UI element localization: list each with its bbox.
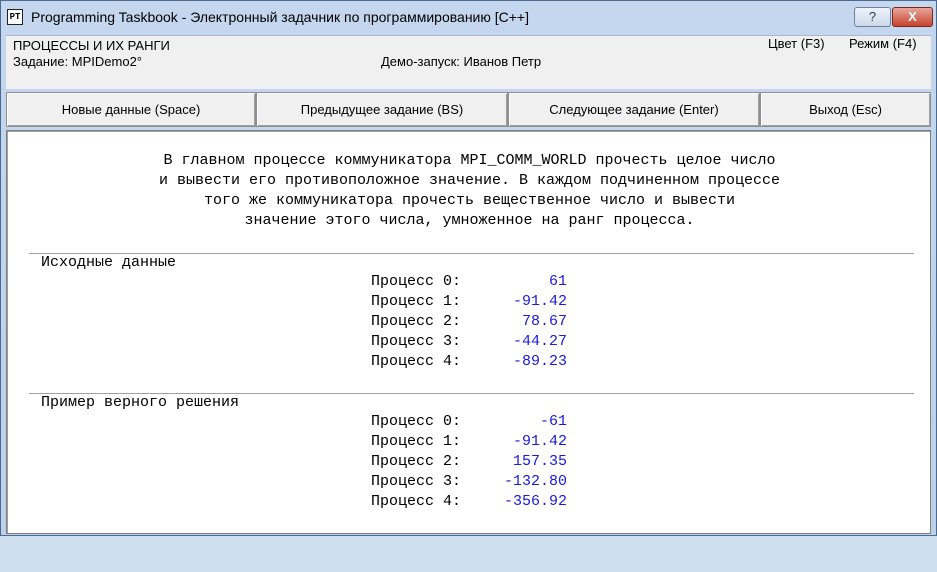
description-line: того же коммуникатора прочесть веществен… xyxy=(203,192,736,209)
toolbar: Новые данные (Space) Предыдущее задание … xyxy=(6,92,931,127)
task-label: Задание: MPIDemo2° xyxy=(13,54,143,69)
process-label: Процесс 0: xyxy=(371,273,462,290)
color-option[interactable]: Цвет (F3) xyxy=(768,36,825,51)
process-label: Процесс 0: xyxy=(371,413,462,430)
example-row: Процесс 4: -356.92 xyxy=(371,492,567,512)
process-label: Процесс 4: xyxy=(371,493,462,510)
description-line: В главном процессе коммуникатора MPI_COM… xyxy=(163,152,776,169)
input-row: Процесс 1: -91.42 xyxy=(371,292,567,312)
process-label: Процесс 1: xyxy=(371,433,462,450)
prev-task-button[interactable]: Предыдущее задание (BS) xyxy=(256,92,508,127)
new-data-button[interactable]: Новые данные (Space) xyxy=(6,92,256,127)
process-value: 157.35 xyxy=(512,453,567,470)
process-value: -44.27 xyxy=(512,333,567,350)
topic-label: ПРОЦЕССЫ И ИХ РАНГИ xyxy=(13,38,170,53)
title-bar[interactable]: PT Programming Taskbook - Электронный за… xyxy=(1,1,936,35)
process-value: -132.80 xyxy=(503,473,567,490)
description-line: значение этого числа, умноженное на ранг… xyxy=(244,212,695,229)
process-value: -356.92 xyxy=(503,493,567,510)
exit-button[interactable]: Выход (Esc) xyxy=(760,92,931,127)
example-row: Процесс 0: -61 xyxy=(371,412,567,432)
demo-label: Демо-запуск: Иванов Петр xyxy=(381,54,542,69)
process-value: 61 xyxy=(548,273,567,290)
mode-option[interactable]: Режим (F4) xyxy=(849,36,917,51)
input-row: Процесс 3: -44.27 xyxy=(371,332,567,352)
process-label: Процесс 2: xyxy=(371,453,462,470)
example-row: Процесс 1: -91.42 xyxy=(371,432,567,452)
process-value: 78.67 xyxy=(521,313,567,330)
process-label: Процесс 1: xyxy=(371,293,462,310)
input-row: Процесс 4: -89.23 xyxy=(371,352,567,372)
app-window: PT Programming Taskbook - Электронный за… xyxy=(0,0,937,536)
process-label: Процесс 3: xyxy=(371,333,462,350)
example-row: Процесс 3: -132.80 xyxy=(371,472,567,492)
window-title: Programming Taskbook - Электронный задач… xyxy=(31,9,529,25)
process-value: -89.23 xyxy=(512,353,567,370)
task-content: В главном процессе коммуникатора MPI_COM… xyxy=(6,130,931,534)
task-info-panel: ПРОЦЕССЫ И ИХ РАНГИ Задание: MPIDemo2° Д… xyxy=(6,35,931,89)
help-button[interactable]: ? xyxy=(854,7,891,27)
input-row: Процесс 2: 78.67 xyxy=(371,312,567,332)
input-row: Процесс 0: 61 xyxy=(371,272,567,292)
close-button[interactable]: X xyxy=(892,7,933,27)
app-icon: PT xyxy=(7,9,23,25)
input-section-title: Исходные данные xyxy=(41,254,177,271)
next-task-button[interactable]: Следующее задание (Enter) xyxy=(508,92,760,127)
process-label: Процесс 2: xyxy=(371,313,462,330)
example-row: Процесс 2: 157.35 xyxy=(371,452,567,472)
process-value: -91.42 xyxy=(512,433,567,450)
process-value: -61 xyxy=(539,413,567,430)
description-line: и вывести его противоположное значение. … xyxy=(158,172,781,189)
process-label: Процесс 4: xyxy=(371,353,462,370)
process-value: -91.42 xyxy=(512,293,567,310)
task-description: В главном процессе коммуникатора MPI_COM… xyxy=(7,151,932,231)
example-section-title: Пример верного решения xyxy=(41,394,240,411)
process-label: Процесс 3: xyxy=(371,473,462,490)
